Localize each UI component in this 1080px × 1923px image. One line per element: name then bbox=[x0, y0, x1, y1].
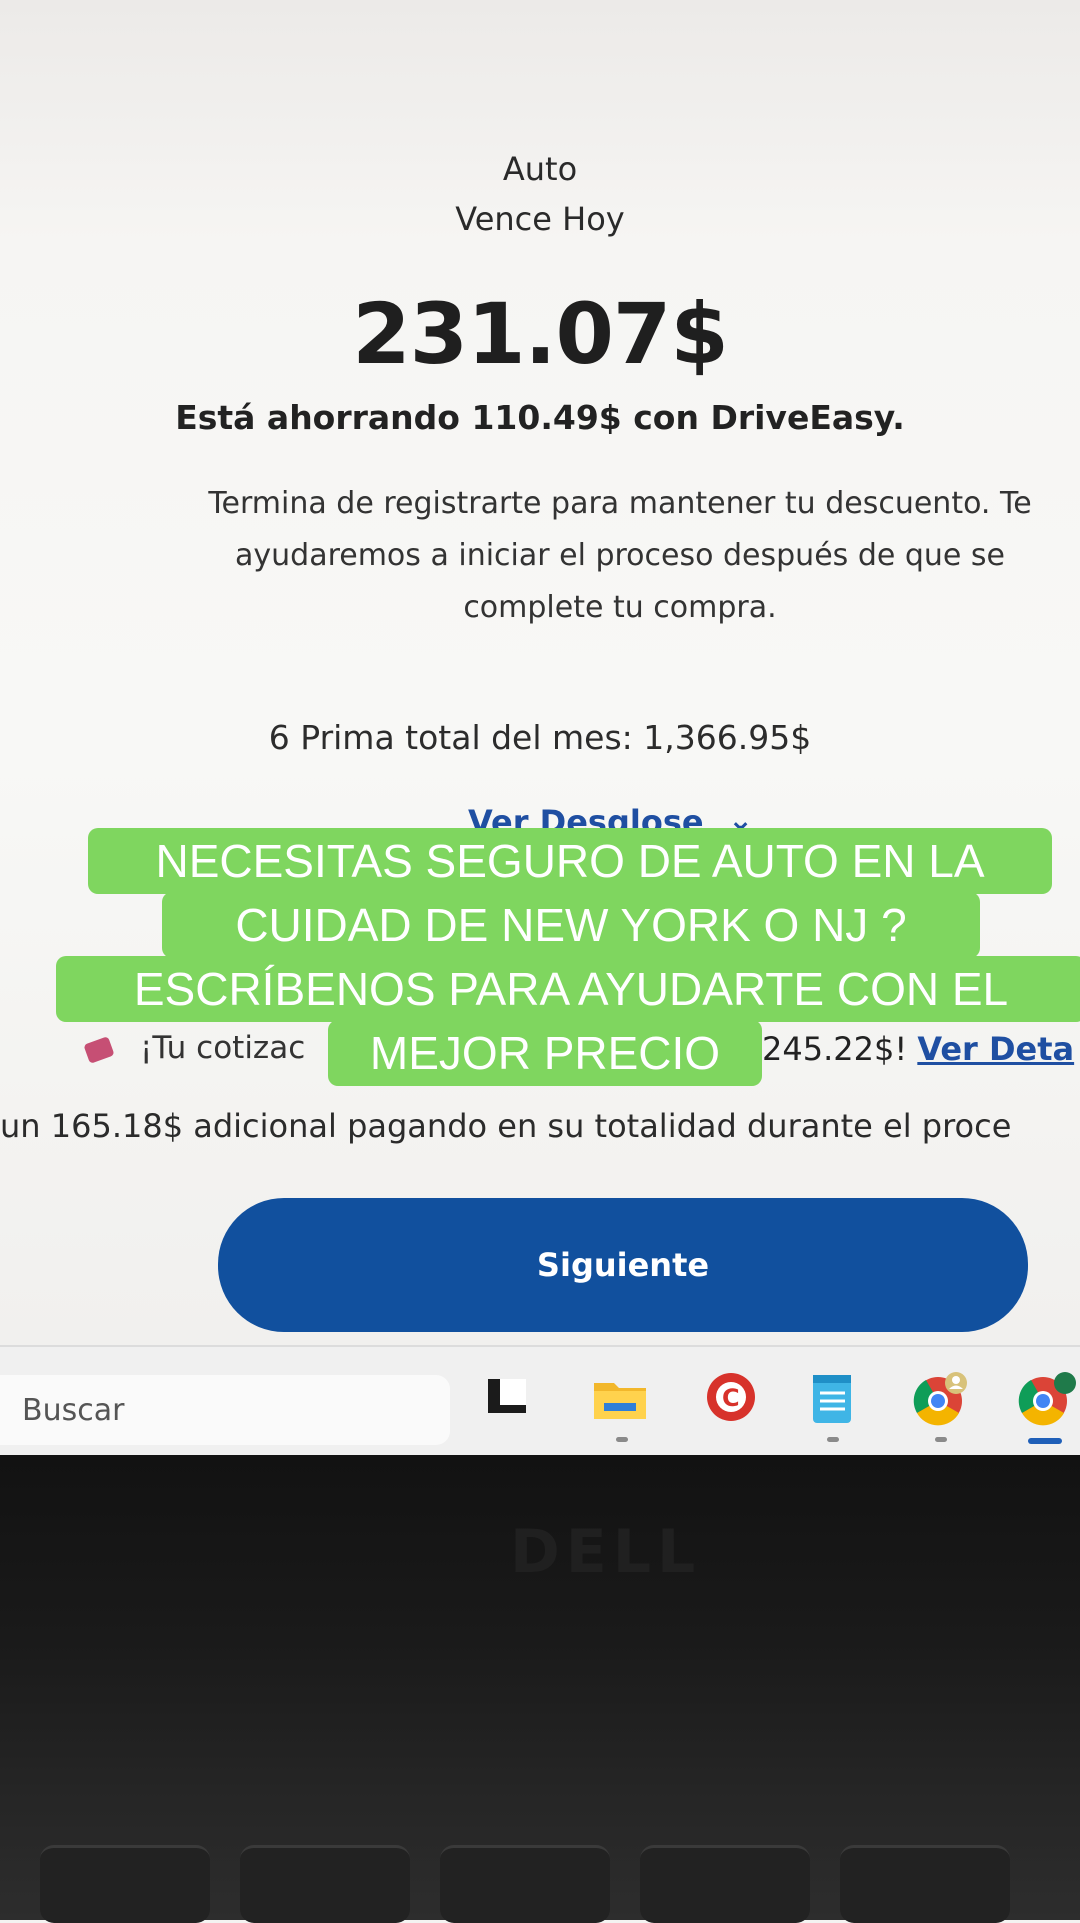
tag-icon bbox=[83, 1036, 115, 1064]
active-app-indicator bbox=[1028, 1438, 1062, 1444]
laptop-bezel: DELL bbox=[0, 1455, 1080, 1923]
notepad-icon[interactable] bbox=[805, 1369, 861, 1425]
chrome-icon[interactable] bbox=[1015, 1369, 1076, 1426]
due-label: Vence Hoy bbox=[455, 200, 625, 238]
caption-line-4: MEJOR PRECIO bbox=[328, 1020, 762, 1086]
keyboard-key bbox=[240, 1845, 410, 1923]
taskbar-open-indicator bbox=[616, 1437, 628, 1442]
taskbar-search[interactable]: Buscar bbox=[0, 1375, 450, 1445]
registration-description: Termina de registrarte para mantener tu … bbox=[208, 486, 1032, 625]
file-explorer-icon[interactable] bbox=[590, 1369, 646, 1425]
savings-text: Está ahorrando 110.49$ con DriveEasy. bbox=[175, 398, 905, 437]
product-label: Auto bbox=[502, 150, 578, 188]
keyboard-key bbox=[840, 1845, 1010, 1923]
keyboard-key bbox=[440, 1845, 610, 1923]
next-button[interactable]: Siguiente bbox=[218, 1198, 1028, 1332]
taskbar-open-indicator bbox=[827, 1437, 839, 1442]
monthly-premium-total: 6 Prima total del mes: 1,366.95$ bbox=[268, 718, 812, 757]
search-placeholder: Buscar bbox=[22, 1393, 125, 1428]
security-app-icon[interactable]: C bbox=[703, 1369, 759, 1425]
quote-value: 245.22$! bbox=[762, 1030, 908, 1068]
quote-text: ¡Tu cotizac bbox=[140, 1030, 306, 1066]
caption-line-2: CUIDAD DE NEW YORK O NJ ? bbox=[162, 892, 980, 958]
keyboard-key bbox=[40, 1845, 210, 1923]
quote-amount: 245.22$! Ver Deta bbox=[762, 1030, 1074, 1068]
caption-line-3: ESCRÍBENOS PARA AYUDARTE CON EL bbox=[56, 956, 1080, 1022]
caption-line-1: NECESITAS SEGURO DE AUTO EN LA bbox=[88, 828, 1052, 894]
task-view-icon[interactable] bbox=[482, 1369, 538, 1425]
amount-due: 231.07$ bbox=[352, 285, 729, 383]
keyboard-key bbox=[640, 1845, 810, 1923]
svg-text:C: C bbox=[722, 1384, 740, 1412]
view-details-link[interactable]: Ver Deta bbox=[917, 1030, 1074, 1068]
taskbar-open-indicator bbox=[935, 1437, 947, 1442]
laptop-brand-logo: DELL bbox=[510, 1517, 702, 1587]
pay-in-full-note: un 165.18$ adicional pagando en su total… bbox=[0, 1107, 1012, 1145]
browser-page: Auto Vence Hoy 231.07$ Está ahorrando 11… bbox=[0, 0, 1080, 1345]
keyboard-top-row bbox=[0, 1845, 1080, 1923]
chrome-profile-icon[interactable] bbox=[910, 1369, 967, 1426]
taskbar: Buscar C bbox=[0, 1345, 1080, 1457]
